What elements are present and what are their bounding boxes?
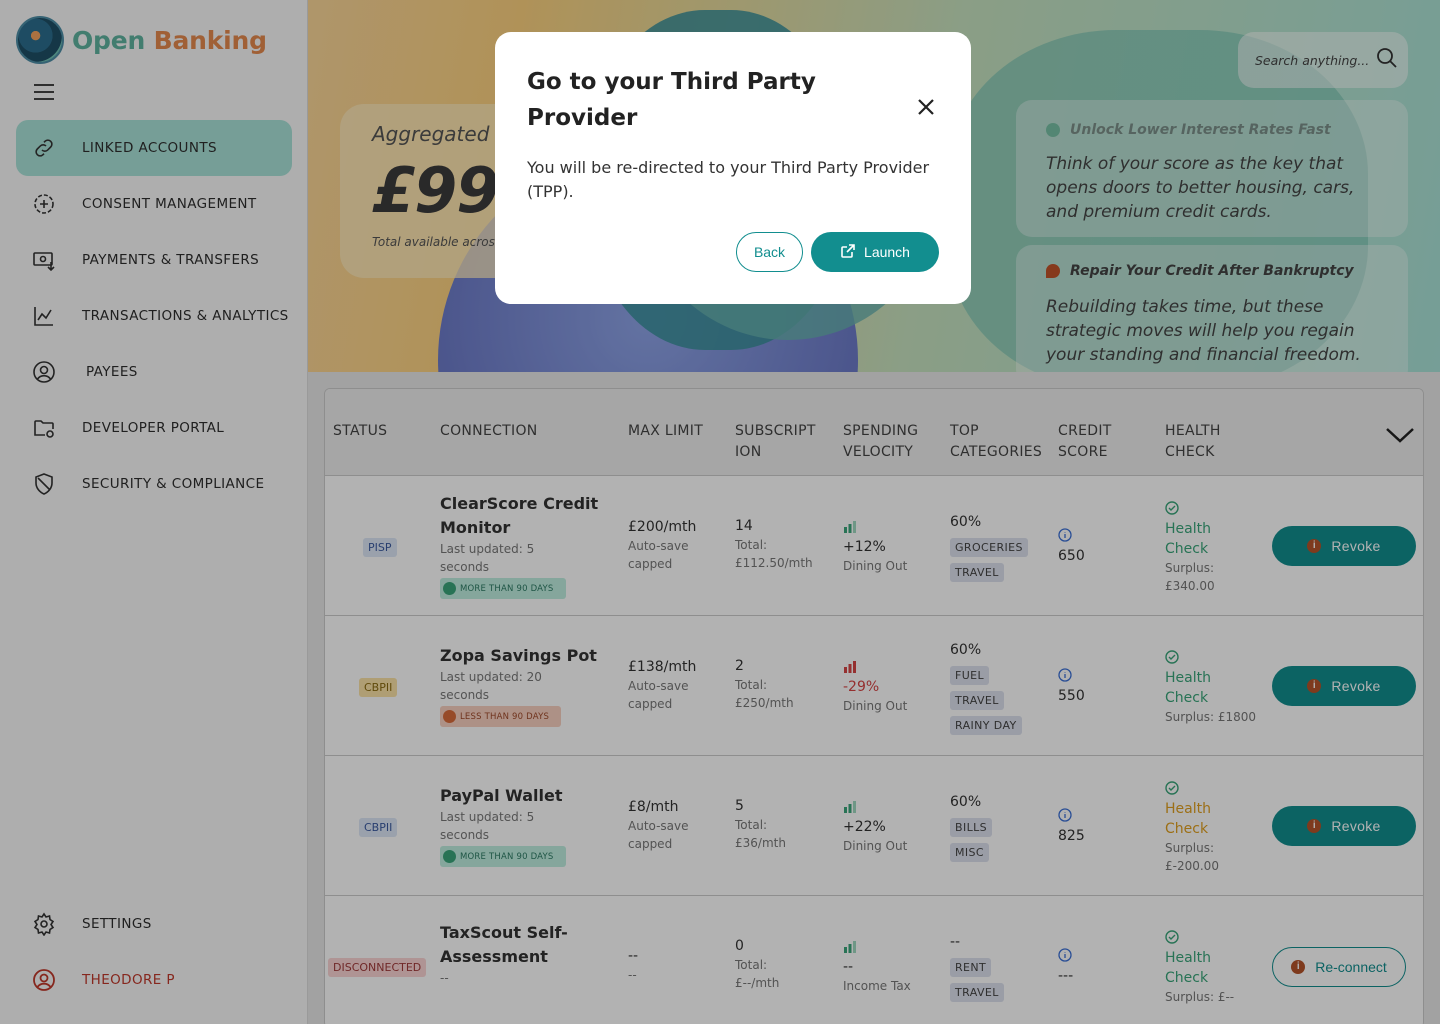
close-icon[interactable]: [915, 96, 937, 118]
back-button[interactable]: Back: [736, 232, 803, 272]
back-label: Back: [753, 244, 786, 260]
modal-body: You will be re-directed to your Third Pa…: [527, 158, 930, 201]
launch-label: Launch: [864, 244, 910, 260]
modal-title: Go to your Third Party Provider: [527, 69, 816, 131]
launch-button[interactable]: Launch: [811, 232, 939, 272]
tpp-redirect-modal: Go to your Third Party Provider You will…: [495, 32, 971, 304]
external-link-icon: [840, 243, 856, 262]
